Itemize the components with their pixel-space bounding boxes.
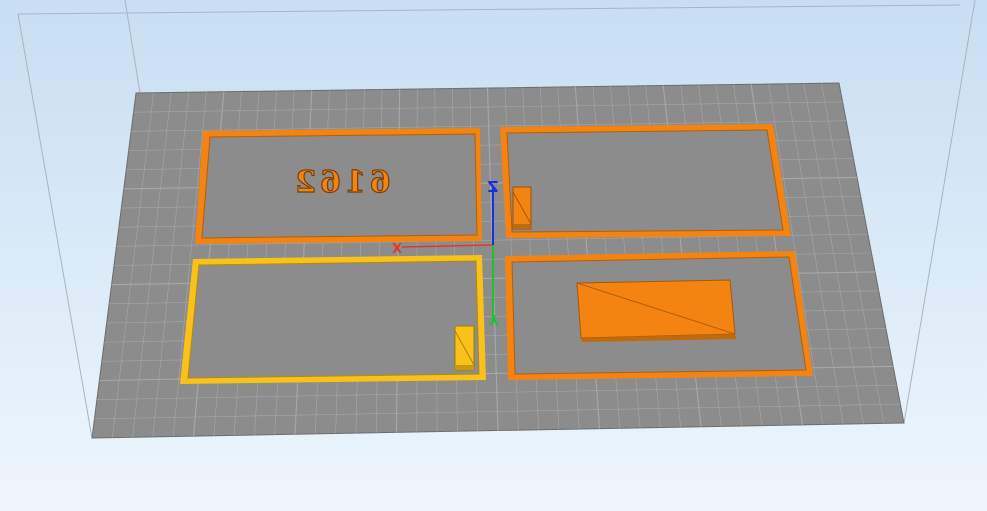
z-axis-label: Z [488, 177, 499, 195]
y-axis-label: Y [489, 311, 500, 326]
frame-bottom-left[interactable] [180, 255, 486, 384]
text-6162[interactable]: 6162 [291, 164, 392, 200]
block-top-right[interactable] [512, 186, 532, 230]
plate-bottom-right[interactable] [576, 279, 736, 342]
embossed-text: 6162 [291, 165, 391, 200]
frame-top-right[interactable] [500, 124, 791, 238]
block-bottom-left[interactable] [454, 325, 475, 371]
3d-viewport[interactable]: 6162 X Y Z [0, 0, 987, 511]
x-axis-label: X [392, 242, 402, 257]
scene-canvas[interactable]: 6162 X Y Z [0, 0, 987, 511]
